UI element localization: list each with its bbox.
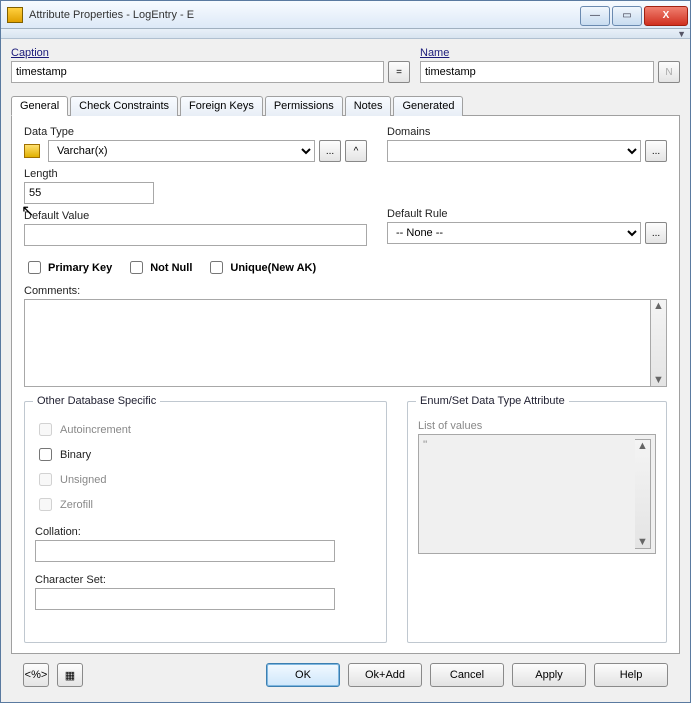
default-value-label: Default Value <box>24 210 367 222</box>
tab-general[interactable]: General <box>11 96 68 116</box>
unique-label: Unique(New AK) <box>230 262 316 274</box>
tab-check-constraints[interactable]: Check Constraints <box>70 96 178 116</box>
length-input[interactable] <box>24 182 154 204</box>
primary-key-checkbox[interactable]: Primary Key <box>24 258 112 277</box>
datatype-icon <box>24 144 40 158</box>
enum-scrollbar: ▲▼ <box>635 439 651 549</box>
tab-generated[interactable]: Generated <box>393 96 463 116</box>
not-null-checkbox[interactable]: Not Null <box>126 258 192 277</box>
name-n-button[interactable]: N <box>658 61 680 83</box>
cancel-button[interactable]: Cancel <box>430 663 504 687</box>
other-db-legend: Other Database Specific <box>33 395 160 407</box>
name-label: Name <box>420 47 680 59</box>
binary-label: Binary <box>60 449 91 461</box>
domains-ellipsis-button[interactable]: ... <box>645 140 667 162</box>
scroll-down-icon[interactable]: ▼ <box>653 374 664 386</box>
domains-select[interactable] <box>387 140 641 162</box>
tool-strip: ▼ <box>1 29 690 39</box>
tab-notes[interactable]: Notes <box>345 96 392 116</box>
datatype-ellipsis-button[interactable]: ... <box>319 140 341 162</box>
ok-add-button[interactable]: Ok+Add <box>348 663 422 687</box>
datatype-select[interactable]: Varchar(x) <box>48 140 315 162</box>
help-button[interactable]: Help <box>594 663 668 687</box>
list-of-values-box: '' ▲▼ <box>418 434 656 554</box>
maximize-button[interactable]: ▭ <box>612 6 642 26</box>
default-rule-select[interactable]: -- None -- <box>387 222 641 244</box>
autoincrement-checkbox: Autoincrement <box>35 420 376 439</box>
scroll-up-icon: ▲ <box>637 440 648 452</box>
charset-label: Character Set: <box>35 574 376 586</box>
app-icon <box>7 7 23 23</box>
datatype-caret-button[interactable]: ^ <box>345 140 367 162</box>
enum-legend: Enum/Set Data Type Attribute <box>416 395 569 407</box>
default-value-input[interactable] <box>24 224 367 246</box>
list-of-values-text: '' <box>423 439 635 549</box>
scrollbar[interactable]: ▲▼ <box>651 299 667 387</box>
comments-label: Comments: <box>24 285 667 297</box>
autoincrement-label: Autoincrement <box>60 424 131 436</box>
tab-strip: General Check Constraints Foreign Keys P… <box>11 95 680 116</box>
unsigned-label: Unsigned <box>60 474 106 486</box>
window-title: Attribute Properties - LogEntry - E <box>29 9 580 21</box>
primary-key-label: Primary Key <box>48 262 112 274</box>
scroll-up-icon[interactable]: ▲ <box>653 300 664 312</box>
default-rule-label: Default Rule <box>387 208 667 220</box>
domains-label: Domains <box>387 126 667 138</box>
charset-input[interactable] <box>35 588 335 610</box>
list-of-values-label: List of values <box>418 420 656 432</box>
length-label: Length <box>24 168 367 180</box>
tab-foreign-keys[interactable]: Foreign Keys <box>180 96 263 116</box>
caption-input[interactable] <box>11 61 384 83</box>
default-rule-ellipsis-button[interactable]: ... <box>645 222 667 244</box>
collation-input[interactable] <box>35 540 335 562</box>
minimize-button[interactable]: — <box>580 6 610 26</box>
close-button[interactable]: X <box>644 6 688 26</box>
zerofill-checkbox: Zerofill <box>35 495 376 514</box>
view-button[interactable]: ▦ <box>57 663 83 687</box>
binary-checkbox[interactable]: Binary <box>35 445 376 464</box>
code-toggle-button[interactable]: <%> <box>23 663 49 687</box>
comments-textarea[interactable] <box>24 299 651 387</box>
apply-button[interactable]: Apply <box>512 663 586 687</box>
scroll-down-icon: ▼ <box>637 536 648 548</box>
title-bar: Attribute Properties - LogEntry - E — ▭ … <box>1 1 690 29</box>
unsigned-checkbox: Unsigned <box>35 470 376 489</box>
ok-button[interactable]: OK <box>266 663 340 687</box>
chevron-down-icon[interactable]: ▼ <box>677 29 686 39</box>
zerofill-label: Zerofill <box>60 499 93 511</box>
unique-checkbox[interactable]: Unique(New AK) <box>206 258 316 277</box>
datatype-label: Data Type <box>24 126 367 138</box>
caption-equals-button[interactable]: = <box>388 61 410 83</box>
caption-label: Caption <box>11 47 410 59</box>
collation-label: Collation: <box>35 526 376 538</box>
tab-permissions[interactable]: Permissions <box>265 96 343 116</box>
name-input[interactable] <box>420 61 654 83</box>
not-null-label: Not Null <box>150 262 192 274</box>
